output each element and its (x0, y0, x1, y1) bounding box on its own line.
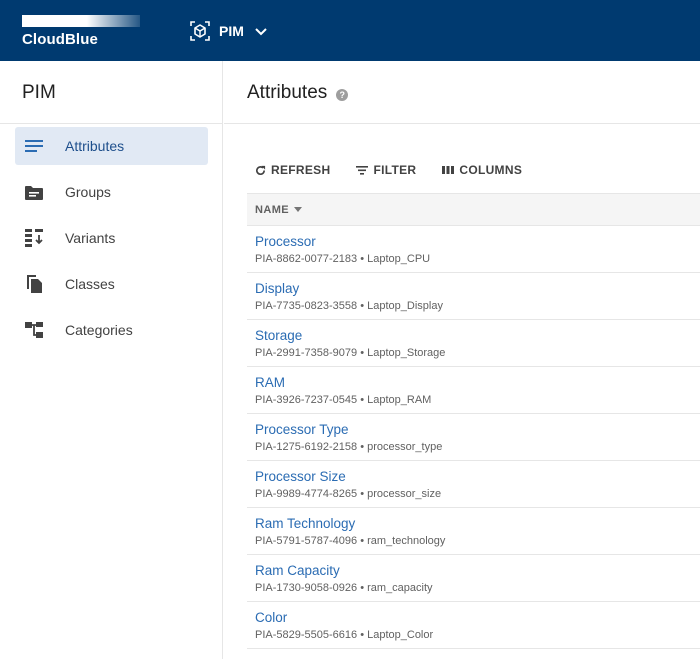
attribute-key: Laptop_RAM (367, 394, 432, 406)
table-row: Processor Size PIA-9989-4774-8265 • proc… (247, 461, 700, 508)
columns-button[interactable]: COLUMNS (442, 163, 522, 177)
chevron-down-icon (255, 28, 267, 36)
attribute-meta: PIA-1730-9058-0926 • ram_capacity (255, 582, 433, 594)
page-title: Attributes ? (247, 82, 349, 104)
table-header: NAME (247, 193, 700, 226)
attribute-key: Laptop_Storage (367, 347, 446, 359)
attribute-name-link[interactable]: Processor (255, 233, 700, 250)
sidebar-nav: Attributes Groups Variants Classes Categ… (15, 127, 208, 357)
sidebar-item-groups[interactable]: Groups (15, 173, 208, 211)
table-row: Display PIA-7735-0823-3558 • Laptop_Disp… (247, 273, 700, 320)
refresh-button[interactable]: REFRESH (255, 163, 330, 177)
sidebar-item-label: Categories (65, 322, 133, 338)
sidebar-divider (0, 123, 223, 124)
attribute-meta: PIA-9989-4774-8265 • processor_size (255, 488, 442, 500)
columns-label: COLUMNS (459, 163, 523, 177)
columns-icon (442, 166, 455, 174)
attributes-table: NAME Processor PIA-8862-0077-2183 • Lapt… (247, 193, 700, 649)
logo-text: CloudBlue (22, 31, 98, 48)
app-switcher[interactable]: PIM (189, 17, 268, 45)
sidebar-item-variants[interactable]: Variants (15, 219, 208, 257)
refresh-label: REFRESH (271, 163, 331, 177)
sidebar-item-label: Attributes (65, 138, 125, 154)
attribute-id: PIA-2991-7358-9079 (255, 347, 358, 359)
attribute-key: Laptop_CPU (367, 253, 431, 265)
sidebar-item-attributes[interactable]: Attributes (15, 127, 208, 165)
attribute-key: ram_capacity (367, 582, 433, 594)
cloudblue-logo[interactable]: CloudBlue (22, 15, 140, 49)
attribute-name-link[interactable]: Processor Type (255, 421, 700, 438)
attribute-meta: PIA-5829-5505-6616 • Laptop_Color (255, 629, 434, 641)
table-row: Processor Type PIA-1275-6192-2158 • proc… (247, 414, 700, 461)
attribute-meta: PIA-1275-6192-2158 • processor_type (255, 441, 443, 453)
folder-icon (24, 182, 44, 202)
attribute-meta: PIA-5791-5787-4096 • ram_technology (255, 535, 446, 547)
attribute-id: PIA-3926-7237-0545 (255, 394, 358, 406)
attribute-meta: PIA-2991-7358-9079 • Laptop_Storage (255, 347, 446, 359)
attribute-id: PIA-1275-6192-2158 (255, 441, 358, 453)
attribute-key: Laptop_Color (367, 629, 434, 641)
help-icon[interactable]: ? (336, 88, 349, 101)
attribute-id: PIA-5829-5505-6616 (255, 629, 358, 641)
attribute-key: processor_size (367, 488, 442, 500)
table-row: Color PIA-5829-5505-6616 • Laptop_Color (247, 602, 700, 649)
attribute-name-link[interactable]: Ram Technology (255, 515, 700, 532)
refresh-icon (256, 165, 266, 175)
sidebar-item-label: Classes (65, 276, 115, 292)
attribute-key: ram_technology (367, 535, 446, 547)
attribute-id: PIA-8862-0077-2183 (255, 253, 358, 265)
top-bar: CloudBlue PIM (0, 0, 700, 61)
attribute-name-link[interactable]: Processor Size (255, 468, 700, 485)
attribute-id: PIA-7735-0823-3558 (255, 300, 358, 312)
filter-icon (356, 166, 369, 175)
attribute-name-link[interactable]: Ram Capacity (255, 562, 700, 579)
attribute-key: Laptop_Display (367, 300, 443, 312)
sidebar: PIM Attributes Groups Variants Classes C… (0, 61, 223, 659)
attribute-name-link[interactable]: Display (255, 280, 700, 297)
sidebar-item-label: Variants (65, 230, 116, 246)
app-name: PIM (219, 23, 244, 39)
attribute-id: PIA-9989-4774-8265 (255, 488, 358, 500)
table-row: Storage PIA-2991-7358-9079 • Laptop_Stor… (247, 320, 700, 367)
sidebar-title: PIM (22, 82, 56, 103)
sort-down-icon (294, 207, 302, 212)
table-row: Ram Capacity PIA-1730-9058-0926 • ram_ca… (247, 555, 700, 602)
sidebar-item-classes[interactable]: Classes (15, 265, 208, 303)
filter-button[interactable]: FILTER (356, 163, 416, 177)
attribute-name-link[interactable]: Color (255, 609, 700, 626)
sidebar-item-label: Groups (65, 184, 111, 200)
column-header-name[interactable]: NAME (255, 204, 302, 216)
attribute-name-link[interactable]: Storage (255, 327, 700, 344)
cube-icon (190, 21, 210, 41)
sidebar-item-categories[interactable]: Categories (15, 311, 208, 349)
toolbar: REFRESH FILTER COLUMNS (255, 161, 548, 179)
attribute-meta: PIA-8862-0077-2183 • Laptop_CPU (255, 253, 431, 265)
list-icon (24, 136, 44, 156)
logo-gradient-bar (22, 15, 140, 27)
column-header-label: NAME (255, 203, 289, 216)
table-row: RAM PIA-3926-7237-0545 • Laptop_RAM (247, 367, 700, 414)
filter-label: FILTER (373, 163, 417, 177)
attribute-meta: PIA-7735-0823-3558 • Laptop_Display (255, 300, 443, 312)
copy-icon (24, 274, 44, 294)
main-content: Attributes ? REFRESH FILTER COLUMNS NAME… (224, 61, 700, 659)
tree-icon (24, 320, 44, 340)
attribute-meta: PIA-3926-7237-0545 • Laptop_RAM (255, 394, 432, 406)
attribute-id: PIA-5791-5787-4096 (255, 535, 358, 547)
page-title-text: Attributes (247, 82, 328, 103)
attribute-key: processor_type (367, 441, 443, 453)
table-row: Ram Technology PIA-5791-5787-4096 • ram_… (247, 508, 700, 555)
attribute-id: PIA-1730-9058-0926 (255, 582, 358, 594)
table-row: Processor PIA-8862-0077-2183 • Laptop_CP… (247, 226, 700, 273)
header-divider (224, 123, 700, 124)
variants-icon (24, 228, 44, 248)
attribute-name-link[interactable]: RAM (255, 374, 700, 391)
